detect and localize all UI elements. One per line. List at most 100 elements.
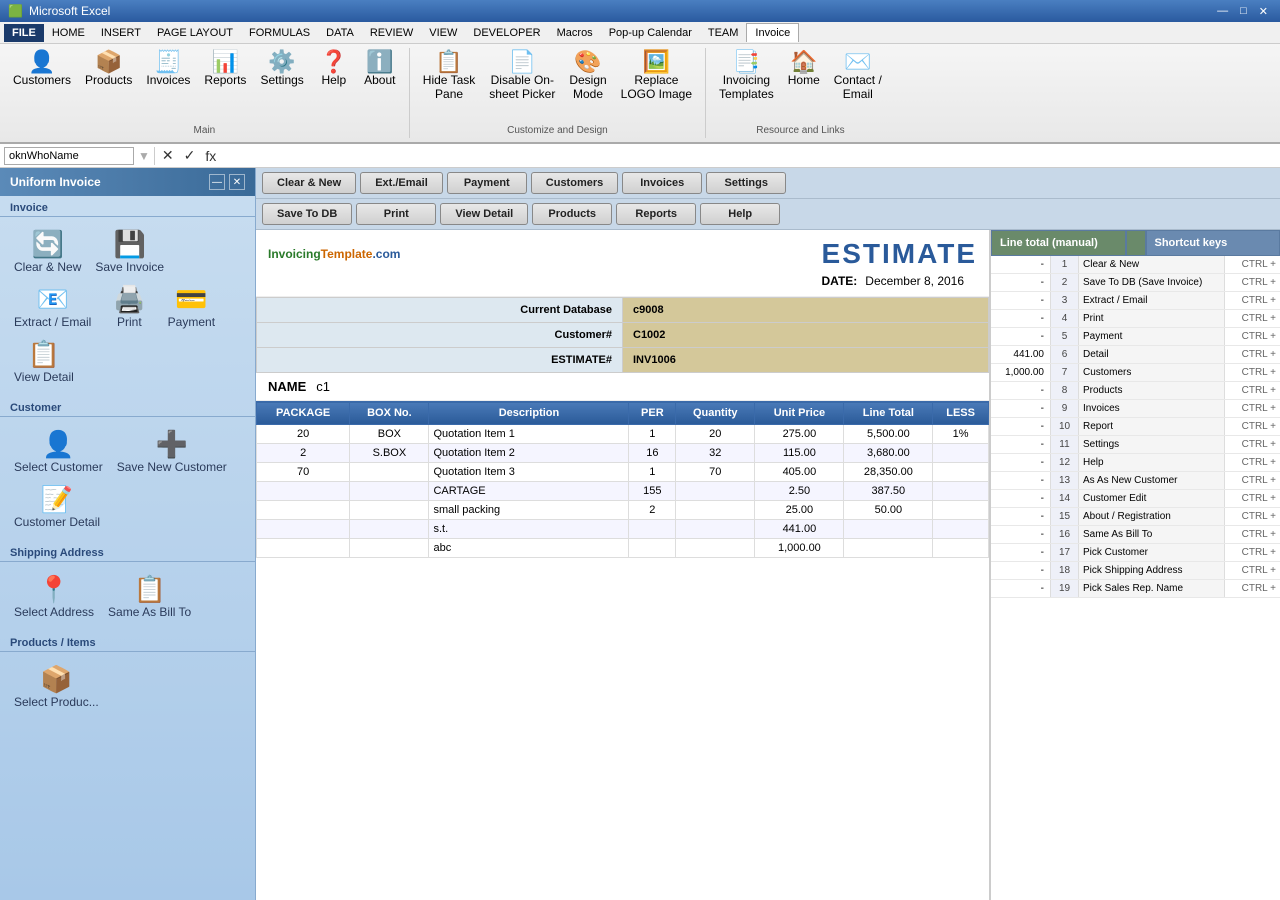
title-bar: 🟩 Microsoft Excel — □ ✕ (0, 0, 1280, 22)
settings-icon: ⚙️ (268, 51, 295, 73)
sidebar-save-new-customer[interactable]: ➕ Save New Customer (111, 425, 233, 478)
customer-detail-icon: 📝 (41, 484, 73, 515)
menu-formulas[interactable]: FORMULAS (241, 24, 318, 42)
shortcut-key-5: CTRL + (1225, 346, 1280, 363)
insert-function-btn[interactable]: fx (202, 148, 219, 164)
current-db-value: c9008 (623, 298, 989, 323)
table-cell-6-6 (844, 539, 933, 558)
sidebar-select-customer[interactable]: 👤 Select Customer (8, 425, 109, 478)
replace-logo-icon: 🖼️ (643, 51, 670, 73)
shortcut-row-16: - 16 Same As Bill To CTRL + (991, 526, 1280, 544)
sidebar-clear-new[interactable]: 🔄 Clear & New (8, 225, 87, 278)
ribbon-btn-contact-email[interactable]: ✉️ Contact /Email (829, 48, 887, 105)
menu-page-layout[interactable]: PAGE LAYOUT (149, 24, 241, 42)
menu-macros[interactable]: Macros (549, 24, 601, 42)
shortcut-row-14: - 14 Customer Edit CTRL + (991, 490, 1280, 508)
sidebar-save-invoice[interactable]: 💾 Save Invoice (89, 225, 170, 278)
action-customers[interactable]: Customers (531, 172, 618, 194)
action-invoices[interactable]: Invoices (622, 172, 702, 194)
menu-view[interactable]: VIEW (421, 24, 465, 42)
ribbon-btn-invoicing-templates[interactable]: 📑 InvoicingTemplates (714, 48, 779, 105)
action-ext-email[interactable]: Ext./Email (360, 172, 443, 194)
ribbon-btn-onsheet-picker[interactable]: 📄 Disable On-sheet Picker (484, 48, 560, 105)
sidebar-select-address[interactable]: 📍 Select Address (8, 570, 100, 623)
action-save-to-db[interactable]: Save To DB (262, 203, 352, 225)
shortcut-rows: - 1 Clear & New CTRL + - 2 Save To DB (S… (991, 256, 1280, 598)
menu-popup-calendar[interactable]: Pop-up Calendar (601, 24, 700, 42)
logo-invoicing: Invoicing (268, 247, 321, 261)
name-field-label: NAME (268, 379, 306, 394)
sidebar-header-buttons: — ✕ (209, 174, 245, 190)
shortcut-row-8: - 8 Products CTRL + (991, 382, 1280, 400)
help-label: Help (321, 73, 346, 87)
shortcut-key-14: CTRL + (1225, 508, 1280, 525)
sidebar-extract-email[interactable]: 📧 Extract / Email (8, 280, 97, 333)
minimize-btn[interactable]: — (1213, 5, 1232, 18)
table-row: abc1,000.00 (257, 539, 989, 558)
table-cell-2-6: 28,350.00 (844, 463, 933, 482)
ribbon-btn-customers[interactable]: 👤 Customers (8, 48, 76, 90)
invoice-date-row: DATE: December 8, 2016 (822, 274, 977, 288)
menu-home[interactable]: HOME (44, 24, 93, 42)
shortcut-key-12: CTRL + (1225, 472, 1280, 489)
name-box[interactable] (4, 147, 134, 165)
table-cell-5-7 (933, 520, 989, 539)
sidebar-minimize-btn[interactable]: — (209, 174, 225, 190)
shortcut-row-9: - 9 Invoices CTRL + (991, 400, 1280, 418)
ribbon-btn-about[interactable]: ℹ️ About (359, 48, 401, 90)
ribbon-btn-help[interactable]: ❓ Help (313, 48, 355, 90)
shortcut-name-0: Clear & New (1079, 256, 1225, 273)
maximize-btn[interactable]: □ (1236, 5, 1251, 18)
sidebar-view-detail[interactable]: 📋 View Detail (8, 335, 80, 388)
action-print[interactable]: Print (356, 203, 436, 225)
customer-detail-label: Customer Detail (14, 515, 100, 529)
ribbon-btn-invoices[interactable]: 🧾 Invoices (141, 48, 195, 90)
close-btn[interactable]: ✕ (1255, 5, 1272, 18)
menu-data[interactable]: DATA (318, 24, 362, 42)
action-payment[interactable]: Payment (447, 172, 527, 194)
action-products[interactable]: Products (532, 203, 612, 225)
menu-invoice[interactable]: Invoice (746, 23, 799, 42)
action-view-detail[interactable]: View Detail (440, 203, 528, 225)
ribbon-btn-replace-logo[interactable]: 🖼️ ReplaceLOGO Image (616, 48, 697, 105)
ribbon-btn-reports[interactable]: 📊 Reports (199, 48, 251, 90)
shortcut-key-11: CTRL + (1225, 454, 1280, 471)
sidebar-invoice-icons: 🔄 Clear & New 💾 Save Invoice 📧 Extract /… (0, 217, 255, 396)
sidebar-select-product[interactable]: 📦 Select Produc... (8, 660, 105, 713)
shortcut-row-12: - 12 Help CTRL + (991, 454, 1280, 472)
date-label: DATE: (822, 274, 858, 288)
table-row: CARTAGE1552.50387.50 (257, 482, 989, 501)
ribbon-btn-home[interactable]: 🏠 Home (783, 48, 825, 90)
menu-file[interactable]: FILE (4, 24, 44, 42)
col-unit-price: Unit Price (755, 402, 844, 425)
sidebar-print[interactable]: 🖨️ Print (99, 280, 159, 333)
clear-new-icon: 🔄 (31, 229, 63, 260)
confirm-formula-btn[interactable]: ✓ (181, 147, 199, 164)
menu-team[interactable]: TEAM (700, 24, 747, 42)
ribbon-btn-products[interactable]: 📦 Products (80, 48, 137, 90)
menu-insert[interactable]: INSERT (93, 24, 149, 42)
formula-input[interactable] (223, 150, 1276, 162)
action-help[interactable]: Help (700, 203, 780, 225)
reports-label: Reports (204, 73, 246, 87)
ribbon-btn-settings[interactable]: ⚙️ Settings (255, 48, 308, 90)
shortcut-name-8: Invoices (1079, 400, 1225, 417)
action-reports[interactable]: Reports (616, 203, 696, 225)
sidebar-section-customer: Customer (0, 396, 255, 417)
sidebar-close-btn[interactable]: ✕ (229, 174, 245, 190)
cancel-formula-btn[interactable]: ✕ (159, 147, 177, 164)
menu-developer[interactable]: DEVELOPER (465, 24, 548, 42)
table-cell-1-1: S.BOX (350, 444, 429, 463)
name-box-dropdown[interactable]: ▼ (138, 149, 150, 163)
action-settings[interactable]: Settings (706, 172, 786, 194)
view-detail-icon: 📋 (28, 339, 60, 370)
ribbon-btn-design-mode[interactable]: 🎨 DesignMode (564, 48, 611, 105)
menu-review[interactable]: REVIEW (362, 24, 421, 42)
shortcut-name-11: Help (1079, 454, 1225, 471)
action-clear-new[interactable]: Clear & New (262, 172, 356, 194)
shortcut-num-9: 10 (1051, 418, 1079, 435)
sidebar-same-as-bill[interactable]: 📋 Same As Bill To (102, 570, 197, 623)
sidebar-customer-detail[interactable]: 📝 Customer Detail (8, 480, 106, 533)
sidebar-payment[interactable]: 💳 Payment (161, 280, 221, 333)
ribbon-btn-hide-task-pane[interactable]: 📋 Hide TaskPane (418, 48, 480, 105)
